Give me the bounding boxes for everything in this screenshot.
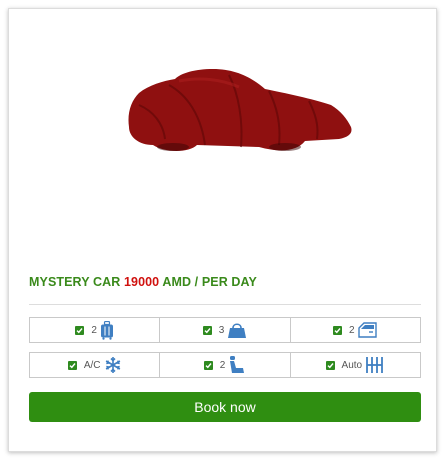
feature-value: A/C xyxy=(83,359,101,371)
suitcase-icon xyxy=(100,320,114,340)
feature-value: 2 xyxy=(349,324,355,336)
gearbox-icon xyxy=(365,356,385,374)
feature-doors: 2 xyxy=(289,318,420,342)
handbag-icon xyxy=(227,321,247,339)
check-icon xyxy=(202,325,212,335)
check-icon xyxy=(203,360,213,370)
feature-luggage: 2 xyxy=(30,318,159,342)
divider xyxy=(29,304,421,305)
price-unit: AMD / PER DAY xyxy=(162,275,257,289)
features-row-1: 2 3 2 xyxy=(29,317,421,343)
covered-car-image xyxy=(128,69,352,151)
feature-transmission: Auto xyxy=(289,353,420,377)
check-icon xyxy=(75,325,85,335)
car-seat-icon xyxy=(228,355,246,375)
check-icon xyxy=(333,325,343,335)
features-row-2: A/C 2 Auto xyxy=(29,352,421,378)
feature-value: 2 xyxy=(219,359,226,371)
check-icon xyxy=(67,360,77,370)
book-now-button[interactable]: Book now xyxy=(29,392,421,422)
snowflake-icon xyxy=(104,356,122,374)
feature-value: Auto xyxy=(341,359,363,371)
feature-seats: 2 xyxy=(159,353,289,377)
car-door-icon xyxy=(357,322,378,338)
feature-ac: A/C xyxy=(30,353,159,377)
car-name: MYSTERY CAR xyxy=(29,275,121,289)
feature-bags: 3 xyxy=(159,318,289,342)
car-price: 19000 xyxy=(123,275,160,289)
feature-value: 3 xyxy=(218,324,225,336)
feature-value: 2 xyxy=(91,324,97,336)
check-icon xyxy=(325,360,335,370)
car-title: MYSTERY CAR 19000 AMD / PER DAY xyxy=(29,275,257,289)
car-card: MYSTERY CAR 19000 AMD / PER DAY 2 3 2 A/… xyxy=(8,8,437,452)
